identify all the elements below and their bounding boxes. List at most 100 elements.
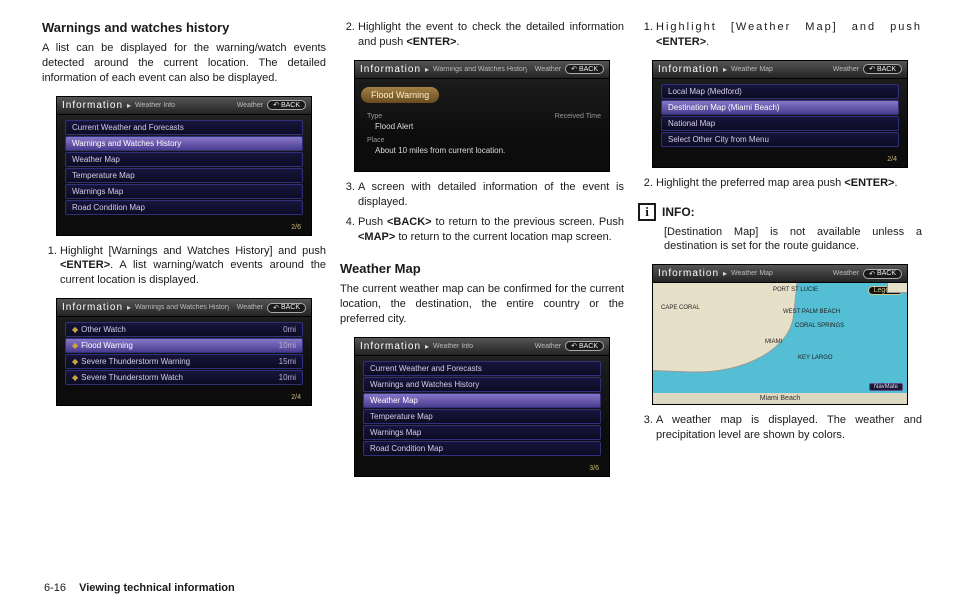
weather-label: Weather [833,66,859,73]
device-title: Information [658,268,719,279]
menu-item[interactable]: Road Condition Map [363,441,601,456]
device-warnings-list: Information ▸ Warnings and Watches Histo… [56,298,312,406]
breadcrumb: Warnings and Watches History [135,304,229,311]
steps-list: Highlight the event to check the detaile… [340,20,624,56]
chevron-right-icon: ▸ [425,342,429,351]
device-footer-count: 2/4 [57,394,311,405]
menu-item[interactable]: Warnings and Watches History [65,136,303,151]
back-arrow-icon: ↶ [273,304,279,312]
land-shape [887,283,907,293]
menu-item[interactable]: Destination Map (Miami Beach) [661,100,899,115]
steps-list: Highlight [Warnings and Watches History]… [42,244,326,295]
back-arrow-icon: ↶ [869,65,875,73]
info-callout: i INFO: [638,203,922,221]
warning-icon: ◆ [72,357,78,366]
device-map-selection: Information ▸ Weather Map Weather ↶BACK … [652,60,908,168]
back-button[interactable]: ↶BACK [863,64,902,74]
steps-list: Highlight [Weather Map] and push <ENTER>… [638,20,922,56]
menu-item[interactable]: Current Weather and Forecasts [65,120,303,135]
menu-item[interactable]: Select Other City from Menu [661,132,899,147]
menu-body: ◆Other Watch0mi ◆Flood Warning10mi ◆Seve… [57,317,311,394]
chevron-right-icon: ▸ [127,101,131,110]
step-4: Push <BACK> to return to the previous sc… [358,215,624,245]
menu-item[interactable]: Warnings Map [363,425,601,440]
detail-labels: Type Received Time [367,113,601,120]
menu-item[interactable]: Road Condition Map [65,200,303,215]
menu-item[interactable]: Weather Map [65,152,303,167]
step-3: A screen with detailed information of th… [358,180,624,210]
device-header: Information ▸ Weather Map Weather ↶BACK [653,61,907,79]
warning-icon: ◆ [72,341,78,350]
device-footer-count: 2/4 [653,156,907,167]
menu-body: Current Weather and Forecasts Warnings a… [57,115,311,224]
chevron-right-icon: ▸ [127,303,131,312]
step-2: Highlight the event to check the detaile… [358,20,624,50]
menu-body: Local Map (Medford) Destination Map (Mia… [653,79,907,156]
event-pill: Flood Warning [361,87,439,103]
device-header: Information ▸ Warnings and Watches Histo… [57,299,311,317]
map-label: CORAL SPRINGS [795,323,844,329]
para-warnings-intro: A list can be displayed for the warning/… [42,41,326,86]
weather-label: Weather [237,304,263,311]
weather-label: Weather [237,102,263,109]
map-area[interactable]: Legend PORT ST LUCIE CAPE CORAL WEST PAL… [653,283,907,393]
menu-item[interactable]: Current Weather and Forecasts [363,361,601,376]
device-weather-map-display: Information ▸ Weather Map Weather ↶BACK … [652,264,908,405]
list-item[interactable]: ◆Severe Thunderstorm Watch10mi [65,370,303,385]
back-button[interactable]: ↶BACK [863,269,902,279]
back-button[interactable]: ↶BACK [267,100,306,110]
map-label: MIAMI [765,339,782,345]
para-weather-map: The current weather map can be confirmed… [340,282,624,327]
map-label: WEST PALM BEACH [783,309,840,315]
steps-list: A weather map is displayed. The weather … [638,413,922,449]
section-title: Viewing technical information [79,582,235,594]
device-weather-map-menu: Information ▸ Weather Info Weather ↶BACK… [354,337,610,477]
device-title: Information [62,100,123,111]
navmate-label: NavMate [869,383,903,391]
chevron-right-icon: ▸ [723,65,727,74]
menu-item[interactable]: Temperature Map [65,168,303,183]
steps-list: Highlight the preferred map area push <E… [638,176,922,197]
warning-icon: ◆ [72,373,78,382]
device-footer-count: 2/6 [57,224,311,235]
page-columns: Warnings and watches history A list can … [0,10,954,485]
device-title: Information [360,341,421,352]
device-event-detail: Information ▸ Warnings and Watches Histo… [354,60,610,172]
list-item[interactable]: ◆Flood Warning10mi [65,338,303,353]
menu-item[interactable]: Local Map (Medford) [661,84,899,99]
menu-item[interactable]: Weather Map [363,393,601,408]
menu-item[interactable]: National Map [661,116,899,131]
map-label: KEY LARGO [798,355,833,361]
weather-label: Weather [535,343,561,350]
breadcrumb: Weather Info [433,343,473,350]
list-item[interactable]: ◆Severe Thunderstorm Warning15mi [65,354,303,369]
column-3: Highlight [Weather Map] and push <ENTER>… [638,10,922,485]
warning-icon: ◆ [72,325,78,334]
steps-list: A screen with detailed information of th… [340,180,624,251]
menu-item[interactable]: Temperature Map [363,409,601,424]
breadcrumb: Weather Map [731,66,773,73]
map-label: CAPE CORAL [661,305,700,311]
list-item[interactable]: ◆Other Watch0mi [65,322,303,337]
step-3: A weather map is displayed. The weather … [656,413,922,443]
step-1: Highlight [Weather Map] and push <ENTER>… [656,20,922,50]
back-button[interactable]: ↶BACK [267,303,306,313]
back-arrow-icon: ↶ [869,270,875,278]
breadcrumb: Weather Info [135,102,175,109]
device-title: Information [62,302,123,313]
chevron-right-icon: ▸ [425,65,429,74]
info-icon: i [638,203,656,221]
weather-label: Weather [833,270,859,277]
back-button[interactable]: ↶BACK [565,64,604,74]
back-arrow-icon: ↶ [571,65,577,73]
menu-item[interactable]: Warnings Map [65,184,303,199]
device-weather-info-menu: Information ▸ Weather Info Weather ↶BACK… [56,96,312,236]
back-button[interactable]: ↶BACK [565,341,604,351]
menu-item[interactable]: Warnings and Watches History [363,377,601,392]
heading-warnings-history: Warnings and watches history [42,20,326,35]
heading-weather-map: Weather Map [340,261,624,276]
page-number: 6-16 [44,582,66,594]
device-header: Information ▸ Warnings and Watches Histo… [355,61,609,79]
info-label: INFO: [662,205,695,219]
device-footer-count: 3/6 [355,465,609,476]
